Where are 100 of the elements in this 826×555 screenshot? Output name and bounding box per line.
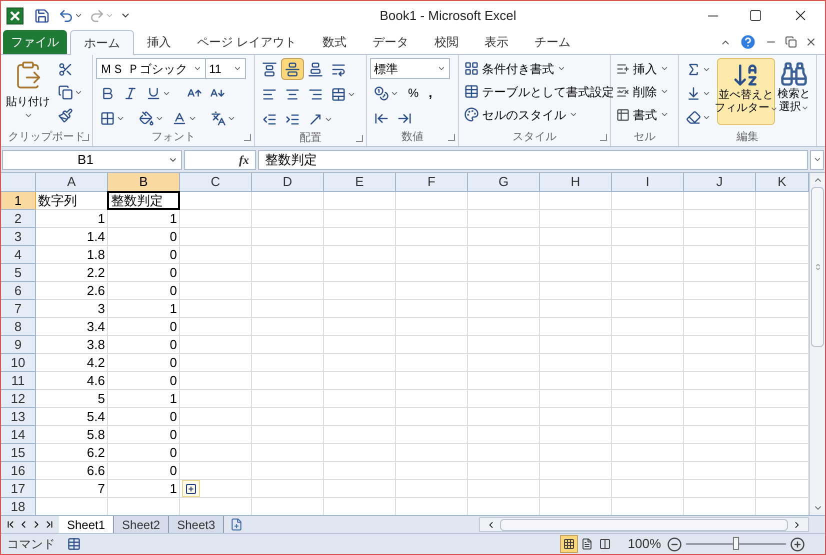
name-box[interactable]: B1	[2, 150, 182, 170]
number-format-dropdown[interactable]: 標準	[370, 58, 450, 79]
top-align-icon	[262, 62, 277, 76]
column-header[interactable]: C	[180, 173, 252, 192]
find-select-button[interactable]: 検索と 選択	[775, 58, 813, 125]
dialog-launcher-icon[interactable]	[356, 135, 363, 142]
middle-align-button[interactable]	[281, 58, 304, 80]
row-header[interactable]: 18	[1, 498, 36, 515]
row-header[interactable]: 4	[1, 246, 36, 264]
table-cell-text: 3.8	[86, 336, 106, 353]
row-header[interactable]: 15	[1, 444, 36, 462]
table-cell-text: 1	[168, 480, 178, 497]
ribbon-tab[interactable]: 校閲	[421, 30, 472, 54]
empty-cell	[324, 390, 396, 408]
paste-button[interactable]: 貼り付け	[4, 58, 52, 129]
sheet-tab[interactable]: Sheet3	[169, 516, 224, 533]
page-icon	[580, 538, 593, 550]
autosum-icon	[686, 62, 701, 76]
row-header[interactable]: 12	[1, 390, 36, 408]
font-name-dropdown[interactable]: ＭＳ Ｐゴシック	[96, 58, 206, 79]
row-header[interactable]: 17	[1, 480, 36, 498]
dialog-launcher-icon[interactable]	[448, 134, 455, 141]
maximize-icon[interactable]	[749, 9, 762, 22]
formula-input[interactable]: 整数判定	[258, 150, 808, 170]
undo-icon[interactable]	[58, 8, 74, 24]
sheet-tab[interactable]: Sheet1	[59, 516, 114, 533]
zoom-in-icon[interactable]	[790, 536, 805, 552]
status-mode: コマンド	[7, 536, 55, 553]
first-sheet-icon[interactable]	[5, 519, 16, 530]
insert-sheet-icon[interactable]	[230, 518, 244, 531]
insert-function-button[interactable]: fx	[239, 150, 249, 168]
caret-icon[interactable]	[74, 11, 83, 20]
paste-options-button[interactable]	[182, 480, 200, 497]
empty-cell	[684, 282, 756, 300]
help-icon[interactable]	[739, 33, 757, 51]
empty-cell	[468, 390, 540, 408]
row-header[interactable]: 10	[1, 354, 36, 372]
orientation-icon	[308, 112, 323, 126]
restore-workbook-icon[interactable]	[785, 36, 797, 48]
column-header[interactable]: I	[612, 173, 684, 192]
empty-cell	[684, 210, 756, 228]
column-header[interactable]: J	[684, 173, 756, 192]
empty-cell	[324, 444, 396, 462]
table-cell-text: 数字列	[37, 192, 78, 209]
empty-cell	[468, 462, 540, 480]
row-header[interactable]: 7	[1, 300, 36, 318]
zoom-slider-thumb[interactable]	[733, 537, 739, 550]
sheet-tab[interactable]: Sheet2	[114, 516, 170, 533]
row-header[interactable]: 16	[1, 462, 36, 480]
row-header[interactable]: 13	[1, 408, 36, 426]
column-header[interactable]: E	[324, 173, 396, 192]
ribbon-tab[interactable]: 挿入	[134, 30, 184, 54]
sort-filter-button[interactable]: 並べ替えと フィルター	[717, 58, 775, 125]
column-header[interactable]: D	[252, 173, 324, 192]
empty-cell	[396, 426, 468, 444]
column-header[interactable]: F	[396, 173, 468, 192]
row-header[interactable]: 5	[1, 264, 36, 282]
row-header[interactable]: 2	[1, 210, 36, 228]
close-workbook-icon[interactable]	[805, 36, 817, 48]
row-header[interactable]: 6	[1, 282, 36, 300]
last-sheet-icon[interactable]	[44, 519, 55, 530]
vertical-scrollbar[interactable]	[809, 173, 825, 515]
column-header[interactable]: H	[540, 173, 612, 192]
empty-cell	[252, 246, 324, 264]
row-header[interactable]: 1	[1, 192, 36, 210]
empty-cell	[540, 462, 612, 480]
row-header[interactable]: 3	[1, 228, 36, 246]
zoom-out-icon[interactable]	[667, 536, 682, 552]
empty-cell	[612, 480, 684, 498]
empty-cell	[468, 300, 540, 318]
view-button[interactable]	[560, 535, 578, 553]
ribbon-tab[interactable]: ページ レイアウト	[184, 30, 310, 54]
row-header[interactable]: 14	[1, 426, 36, 444]
ribbon-tab[interactable]: データ	[359, 30, 422, 54]
ribbon-tab[interactable]: 表示	[471, 30, 522, 54]
ribbon-tab[interactable]: 数式	[309, 30, 360, 54]
row-header[interactable]: 8	[1, 318, 36, 336]
save-icon[interactable]	[34, 8, 50, 24]
column-header[interactable]: B	[108, 173, 180, 192]
macro-record-icon[interactable]	[67, 537, 81, 551]
file-tab[interactable]: ファイル	[3, 30, 67, 54]
column-header[interactable]: G	[468, 173, 540, 192]
dialog-launcher-icon[interactable]	[244, 134, 251, 141]
increase-decimal-icon	[374, 110, 389, 126]
horizontal-scrollbar[interactable]	[479, 517, 809, 532]
row-header[interactable]: 11	[1, 372, 36, 390]
empty-cell	[324, 462, 396, 480]
table-cell-text: 3.4	[86, 318, 106, 335]
zoom-level[interactable]: 100%	[628, 534, 661, 554]
empty-cell	[396, 336, 468, 354]
ribbon-tab[interactable]: ホーム	[70, 30, 134, 55]
group-label: 数値	[402, 130, 424, 146]
font-size-dropdown[interactable]: 11	[206, 58, 246, 79]
percent-button[interactable]: %	[403, 84, 424, 102]
dialog-launcher-icon[interactable]	[82, 134, 89, 141]
empty-cell	[252, 336, 324, 354]
row-header[interactable]: 9	[1, 336, 36, 354]
dialog-launcher-icon[interactable]	[600, 134, 607, 141]
ribbon-tab[interactable]: チーム	[521, 30, 584, 54]
comma-button[interactable]: ,	[424, 83, 438, 103]
